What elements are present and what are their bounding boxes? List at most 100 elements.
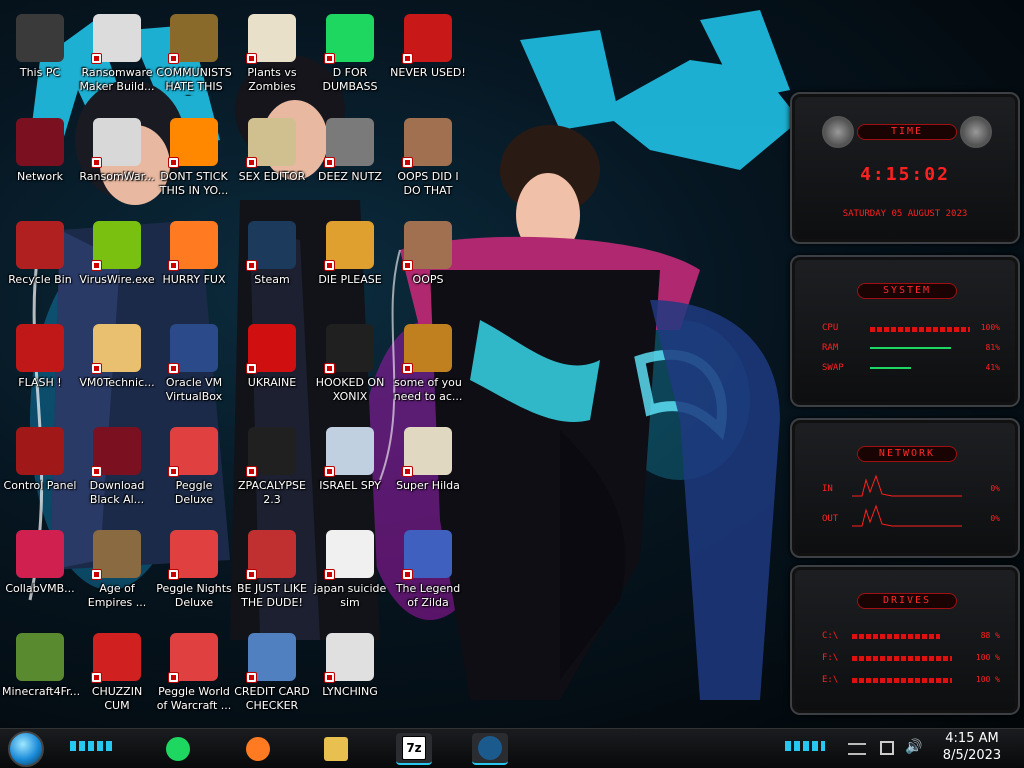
taskbar-app-button[interactable] bbox=[472, 733, 508, 765]
start-orb-button[interactable] bbox=[8, 731, 44, 767]
desktop-icon-label: FLASH ! bbox=[18, 376, 62, 389]
desktop-icon-label: SEX EDITOR bbox=[238, 170, 306, 183]
desktop-icon[interactable]: Control Panel bbox=[0, 421, 80, 519]
network-row-label: OUT bbox=[822, 514, 839, 524]
vlc-cone-icon bbox=[168, 118, 218, 168]
shortcut-arrow-icon bbox=[168, 260, 179, 271]
desktop-icon[interactable]: OOPS bbox=[388, 215, 468, 313]
system-row-value: 41% bbox=[985, 363, 1000, 372]
drive-row-bar bbox=[852, 678, 952, 683]
volume-tray-icon[interactable]: 🔊 bbox=[905, 739, 922, 755]
system-row-bar bbox=[870, 347, 951, 349]
desktop-icon-label: Peggle Deluxe bbox=[174, 479, 214, 506]
desktop-icon[interactable]: CollabVMB... bbox=[0, 524, 80, 622]
monitor-icon bbox=[16, 530, 64, 578]
shortcut-arrow-icon bbox=[402, 53, 413, 64]
radiation-icon bbox=[246, 324, 296, 374]
desktop-icon[interactable]: Minecraft4Fr... bbox=[0, 627, 80, 725]
desktop-icon-label: Super Hilda bbox=[396, 479, 460, 492]
desktop-icon-label: CHUZZIN CUM bbox=[91, 685, 143, 712]
terminal-icon bbox=[246, 427, 296, 477]
desktop-icon[interactable]: DONT STICK THIS IN YO... bbox=[154, 112, 234, 210]
taskbar: 7z 🔊 4:15 AM 8/5/2023 bbox=[0, 728, 1024, 768]
desktop-icon[interactable]: VM0Technic... bbox=[77, 318, 157, 416]
dev-cpp-icon bbox=[402, 14, 452, 64]
desktop-icon[interactable]: D FOR DUMBASS bbox=[310, 8, 390, 106]
system-row-value: 100% bbox=[980, 323, 1000, 332]
samurai-icon bbox=[91, 530, 141, 580]
taskbar-app-button[interactable] bbox=[318, 733, 354, 765]
desktop-icon-label: Steam bbox=[254, 273, 290, 286]
shortcut-arrow-icon bbox=[402, 260, 413, 271]
desktop-icon[interactable]: ZPACALYPSE 2.3 bbox=[232, 421, 312, 519]
desktop-icon[interactable]: FLASH ! bbox=[0, 318, 80, 416]
pixel-hero-icon bbox=[402, 530, 452, 580]
peggle-icon bbox=[168, 633, 218, 683]
desktop-icon[interactable]: HURRY FUX bbox=[154, 215, 234, 313]
desktop-icon[interactable]: Recycle Bin bbox=[0, 215, 80, 313]
dog-icon bbox=[402, 324, 452, 374]
system-row-label: SWAP bbox=[822, 363, 844, 373]
desktop-icon[interactable]: ISRAEL SPY bbox=[310, 421, 390, 519]
desktop-icon[interactable]: CREDIT CARD CHECKER bbox=[232, 627, 312, 725]
desktop-icon[interactable]: some of you need to ac... bbox=[388, 318, 468, 416]
desktop-icon[interactable]: VirusWire.exe bbox=[77, 215, 157, 313]
desktop-icon[interactable]: Peggle Deluxe bbox=[154, 421, 234, 519]
noose-icon bbox=[324, 633, 374, 683]
desktop-icon[interactable]: Download Black Al... bbox=[77, 421, 157, 519]
desktop-icon[interactable]: BE JUST LIKE THE DUDE! bbox=[232, 524, 312, 622]
desktop-icon[interactable]: Steam bbox=[232, 215, 312, 313]
desktop-icon-label: This PC bbox=[19, 66, 61, 79]
taskbar-app-button[interactable] bbox=[240, 733, 276, 765]
desktop-icon[interactable]: NEVER USED! bbox=[388, 8, 468, 106]
desktop-icon-label: Download Black Al... bbox=[89, 479, 145, 506]
desktop-icon[interactable]: CHUZZIN CUM bbox=[77, 627, 157, 725]
desktop-icon[interactable]: japan suicide sim bbox=[310, 524, 390, 622]
desktop-icon[interactable]: COMMUNISTS HATE THIS G... bbox=[154, 8, 234, 106]
spy-icon bbox=[324, 427, 374, 477]
hxd-icon bbox=[246, 118, 296, 168]
desktop-icon[interactable]: Ransomware Maker Build... bbox=[77, 8, 157, 106]
desktop-icon-label: NEVER USED! bbox=[390, 66, 466, 79]
network-tray-icon[interactable] bbox=[880, 741, 894, 755]
drives-widget: DRIVES C:\ 88 % F:\ 100 % E:\ 100 % bbox=[790, 565, 1020, 715]
network-orb-icon bbox=[16, 118, 64, 166]
desktop-icon[interactable]: UKRAINE bbox=[232, 318, 312, 416]
plant-icon bbox=[246, 14, 296, 64]
desktop-icon[interactable]: HOOKED ON XONIX bbox=[310, 318, 390, 416]
taskbar-clock[interactable]: 4:15 AM 8/5/2023 bbox=[930, 730, 1014, 764]
desktop-icon[interactable]: Super Hilda bbox=[388, 421, 468, 519]
desktop-icon[interactable]: DIE PLEASE bbox=[310, 215, 390, 313]
network-widget-title: NETWORK bbox=[857, 446, 957, 462]
doctor-icon bbox=[91, 324, 141, 374]
taskbar-app-button[interactable]: 7z bbox=[396, 733, 432, 765]
desktop-icon[interactable]: Network bbox=[0, 112, 80, 210]
drive-row-value: 88 % bbox=[980, 631, 1000, 640]
desktop-icon[interactable]: LYNCHING bbox=[310, 627, 390, 725]
desktop-icon[interactable]: DEEZ NUTZ bbox=[310, 112, 390, 210]
shortcut-arrow-icon bbox=[168, 53, 179, 64]
desktop-icon-label: ISRAEL SPY bbox=[319, 479, 381, 492]
desktop-icon-label: DONT STICK THIS IN YO... bbox=[159, 170, 229, 197]
desktop-icon-label: Age of Empires ... bbox=[87, 582, 147, 609]
desktop-icon[interactable]: OOPS DID I DO THAT bbox=[388, 112, 468, 210]
desktop-icon[interactable]: Age of Empires ... bbox=[77, 524, 157, 622]
desktop-icon[interactable]: Plants vs Zombies bbox=[232, 8, 312, 106]
desktop-icon[interactable]: Oracle VM VirtualBox bbox=[154, 318, 234, 416]
network-row-value: 0% bbox=[990, 514, 1000, 523]
desktop-icon-label: LYNCHING bbox=[322, 685, 378, 698]
desktop-icon[interactable]: The Legend of Zilda bbox=[388, 524, 468, 622]
action-center-icon[interactable] bbox=[848, 743, 866, 755]
desktop-icon-label: HURRY FUX bbox=[162, 273, 226, 286]
desktop-icon[interactable]: Peggle Nights Deluxe bbox=[154, 524, 234, 622]
xonix-icon bbox=[324, 324, 374, 374]
drives-widget-title: DRIVES bbox=[857, 593, 957, 609]
shortcut-arrow-icon bbox=[324, 466, 335, 477]
stacked-pages-icon bbox=[324, 118, 374, 168]
desktop-icon[interactable]: This PC bbox=[0, 8, 80, 106]
desktop-icon[interactable]: SEX EDITOR bbox=[232, 112, 312, 210]
desktop-icon[interactable]: RansomWar... bbox=[77, 112, 157, 210]
window-app-icon bbox=[91, 14, 141, 64]
desktop-icon[interactable]: Peggle World of Warcraft ... bbox=[154, 627, 234, 725]
taskbar-app-button[interactable] bbox=[160, 733, 196, 765]
